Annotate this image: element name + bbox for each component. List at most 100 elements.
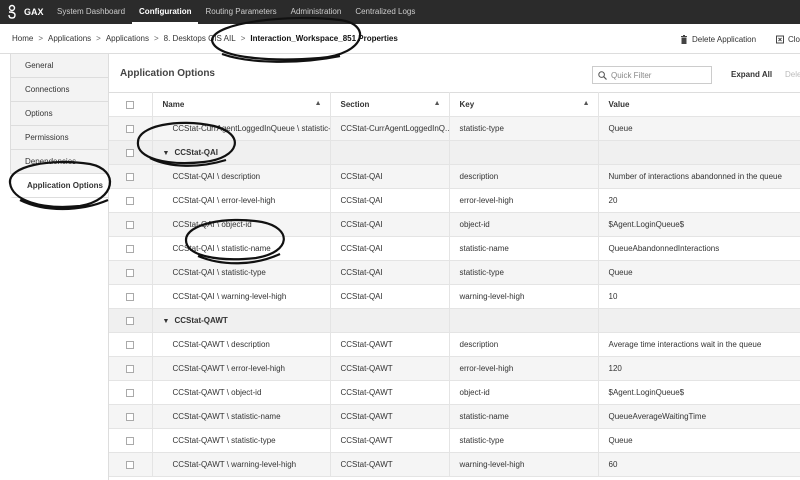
row-checkbox[interactable] [126,316,135,325]
name-cell[interactable]: CCStat-QAWT \ statistic-name [152,404,331,429]
quick-filter-input[interactable] [611,70,706,80]
close-button[interactable]: Clo [776,24,800,54]
table-row[interactable]: CCStat-QAI \ statistic-type CCStat-QAI sta… [109,260,800,285]
name-cell[interactable]: CCStat-QAI \ description [152,164,331,189]
row-checkbox-cell [109,332,153,357]
breadcrumb-applications[interactable]: Applications [48,34,91,43]
column-header-name[interactable]: Name ▲︎ [152,92,331,117]
name-cell[interactable]: CCStat-QAWT \ description [152,332,331,357]
row-checkbox-cell [109,188,153,213]
row-checkbox-cell [109,140,153,165]
caret-down-icon[interactable]: ▼︎ [163,150,170,157]
section-cell: CCStat-QAWT [330,380,450,405]
breadcrumb-separator: > [38,34,44,43]
column-header-section[interactable]: Section ▲︎ [330,92,450,117]
section-cell: CCStat-QAI [330,260,450,285]
row-checkbox[interactable] [126,124,135,133]
name-cell[interactable]: CCStat-QAI \ statistic-type [152,260,331,285]
value-cell [598,140,800,165]
table-row[interactable]: CCStat-QAI \ warning-level-high CCStat-QA… [109,284,800,309]
group-name-cell[interactable]: ▼︎ CCStat-QAWT [152,308,331,333]
sidebar-item-options[interactable]: Options [10,102,108,126]
value-cell: 10 [598,284,800,309]
nav-configuration[interactable]: Configuration [132,0,199,24]
table-row[interactable]: CCStat-QAI \ error-level-high CCStat-QAI e… [109,188,800,213]
section-cell: CCStat-QAWT [330,332,450,357]
breadcrumb-separator: > [240,34,246,43]
section-cell: CCStat-QAI [330,164,450,189]
row-checkbox[interactable] [126,244,135,253]
value-cell: $Agent.LoginQueue$ [598,212,800,237]
table-group-row[interactable]: ▼︎ CCStat-QAWT [109,308,800,333]
sidebar-item-connections[interactable]: Connections [10,78,108,102]
row-checkbox[interactable] [126,436,135,445]
table-row[interactable]: CCStat-QAWT \ error-level-high CCStat-QAW… [109,356,800,381]
table-row[interactable]: CCStat-QAI \ description CCStat-QAI descri… [109,164,800,189]
row-checkbox[interactable] [126,172,135,181]
select-all-checkbox[interactable] [126,100,135,109]
row-checkbox-cell [109,308,153,333]
row-checkbox[interactable] [126,292,135,301]
table-row[interactable]: CCStat-QAWT \ description CCStat-QAWT desc… [109,332,800,357]
table-row[interactable]: CCStat-QAWT \ warning-level-high CCStat-Q… [109,452,800,477]
gax-logo[interactable]: GAX [0,0,50,24]
breadcrumb-home[interactable]: Home [12,34,33,43]
name-cell[interactable]: CCStat-QAWT \ warning-level-high [152,452,331,477]
row-checkbox[interactable] [126,364,135,373]
value-cell: 20 [598,188,800,213]
key-cell: description [449,332,599,357]
group-name-cell[interactable]: ▼︎ CCStat-QAI [152,140,331,165]
sidebar-item-permissions[interactable]: Permissions [10,126,108,150]
row-checkbox[interactable] [126,220,135,229]
row-checkbox-cell [109,356,153,381]
name-cell[interactable]: CCStat-QAWT \ object-id [152,380,331,405]
table-row[interactable]: CCStat-QAWT \ statistic-name CCStat-QAWT s… [109,404,800,429]
row-checkbox[interactable] [126,196,135,205]
nav-system-dashboard[interactable]: System Dashboard [50,0,132,24]
caret-down-icon[interactable]: ▼︎ [163,318,170,325]
row-checkbox[interactable] [126,340,135,349]
key-cell: object-id [449,380,599,405]
sidebar-item-general[interactable]: General [10,54,108,78]
section-cell: CCStat-QAI [330,236,450,261]
row-checkbox[interactable] [126,460,135,469]
brand-label: GAX [24,7,44,17]
options-header: Application Options Expand All Delet [109,54,800,92]
name-cell[interactable]: CCStat-QAI \ object-id [152,212,331,237]
name-cell[interactable]: CCStat-QAWT \ error-level-high [152,356,331,381]
row-checkbox[interactable] [126,268,135,277]
section-cell: CCStat-QAWT [330,404,450,429]
delete-application-button[interactable]: Delete Application [680,24,756,54]
delete-option-button[interactable]: Delet [785,70,800,79]
column-header-value[interactable]: Value [598,92,800,117]
name-cell[interactable]: CCStat-QAWT \ statistic-type [152,428,331,453]
table-row[interactable]: CCStat-QAI \ object-id CCStat-QAI object-i… [109,212,800,237]
row-checkbox[interactable] [126,412,135,421]
expand-all-button[interactable]: Expand All [731,70,772,79]
nav-centralized-logs[interactable]: Centralized Logs [348,0,422,24]
value-cell: Queue [598,116,800,141]
trash-icon [681,34,687,44]
value-cell: Number of interactions abandonned in the… [598,164,800,189]
table-row[interactable]: CCStat-QAI \ statistic-name CCStat-QAI sta… [109,236,800,261]
table-row[interactable]: CCStat-QAWT \ object-id CCStat-QAWT object… [109,380,800,405]
row-checkbox-cell [109,260,153,285]
table-row[interactable]: CCStat-QAWT \ statistic-type CCStat-QAWT s… [109,428,800,453]
sidebar-item-dependencies[interactable]: Dependencies [10,150,108,174]
sidebar-item-application-options[interactable]: Application Options [10,174,108,198]
breadcrumb-desktops-folder[interactable]: 8. Desktops GIS AIL [164,34,236,43]
row-checkbox[interactable] [126,388,135,397]
row-checkbox-cell [109,116,153,141]
name-cell[interactable]: CCStat-QAI \ statistic-name [152,236,331,261]
quick-filter[interactable] [592,66,712,84]
name-cell[interactable]: CCStat-CurrAgentLoggedInQueue \ statisti… [152,116,331,141]
column-header-key[interactable]: Key ▲︎ [449,92,599,117]
name-cell[interactable]: CCStat-QAI \ error-level-high [152,188,331,213]
nav-routing-parameters[interactable]: Routing Parameters [198,0,283,24]
row-checkbox[interactable] [126,148,135,157]
name-cell[interactable]: CCStat-QAI \ warning-level-high [152,284,331,309]
nav-administration[interactable]: Administration [284,0,349,24]
table-group-row[interactable]: ▼︎ CCStat-QAI [109,140,800,165]
table-row[interactable]: CCStat-CurrAgentLoggedInQueue \ statisti… [109,116,800,141]
breadcrumb-applications-folder[interactable]: Applications [106,34,149,43]
